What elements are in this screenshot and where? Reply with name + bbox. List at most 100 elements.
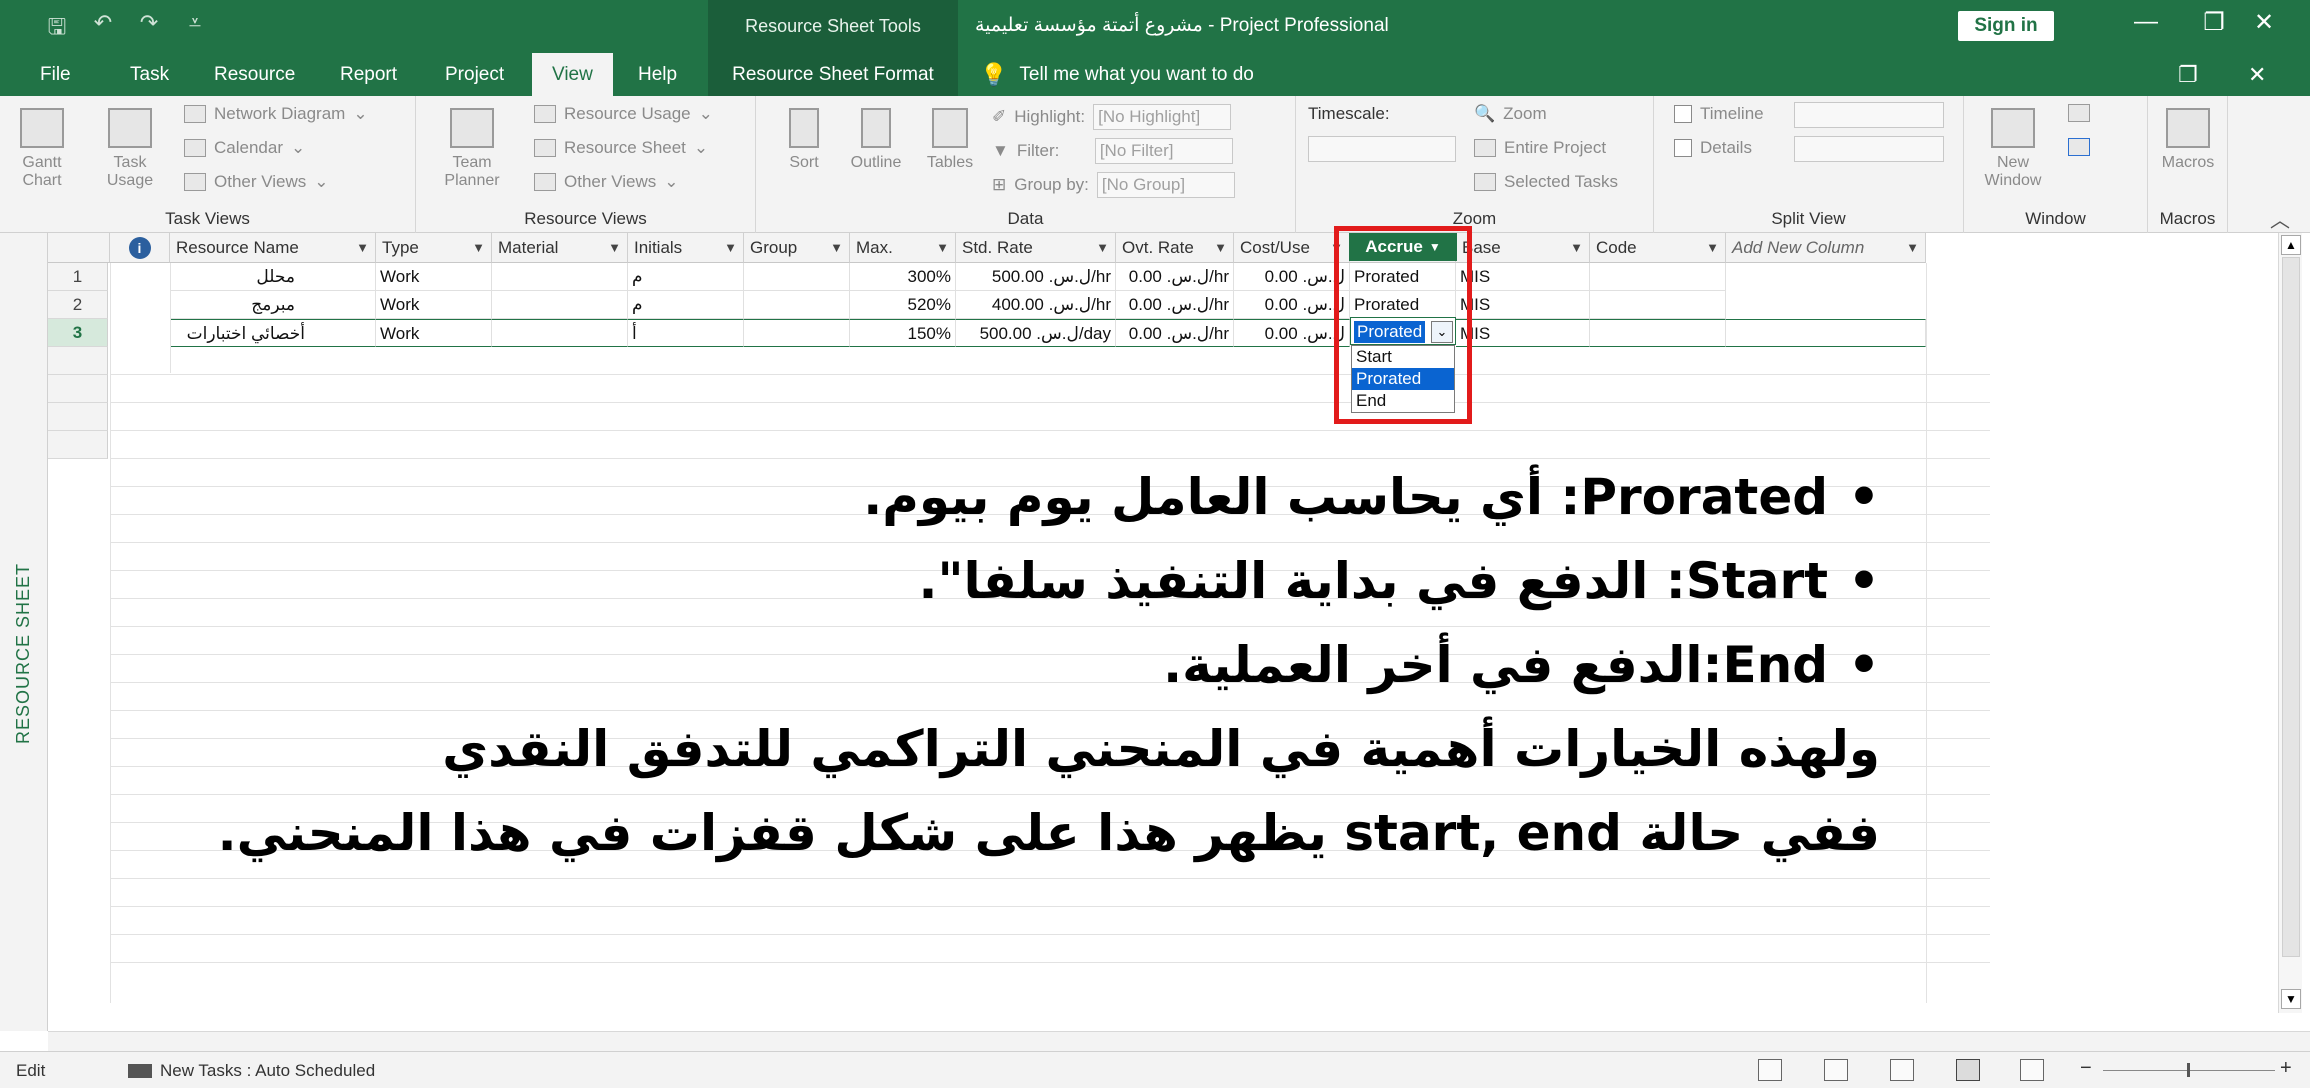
cell-material[interactable]: [492, 291, 628, 319]
zoom-slider-thumb[interactable]: [2187, 1063, 2190, 1077]
cell-resource-name[interactable]: أخصائي اختبارات: [170, 319, 376, 347]
timeline-checkbox[interactable]: Timeline: [1674, 104, 1764, 124]
cell-code[interactable]: [1590, 291, 1726, 319]
vertical-scrollbar[interactable]: ▲ ▼: [2278, 233, 2302, 1013]
horizontal-scrollbar[interactable]: [48, 1031, 2310, 1051]
cell-type[interactable]: Work: [376, 291, 492, 319]
dropdown-arrow-icon[interactable]: ▼: [608, 233, 621, 262]
header-ovt-rate[interactable]: Ovt. Rate ▼: [1116, 233, 1234, 263]
header-cost-use[interactable]: Cost/Use ▼: [1234, 233, 1350, 263]
team-planner-button[interactable]: Team Planner: [436, 108, 508, 190]
close-button[interactable]: ✕: [2244, 8, 2284, 37]
tab-resource[interactable]: Resource: [214, 53, 295, 96]
new-window-button[interactable]: New Window: [1978, 108, 2048, 190]
ribbon-restore-button[interactable]: ❐: [2178, 53, 2198, 96]
calendar-button[interactable]: Calendar ⌄: [184, 138, 305, 158]
scroll-down-icon[interactable]: ▼: [2281, 989, 2301, 1009]
header-max[interactable]: Max. ▼: [850, 233, 956, 263]
cell-std-rate[interactable]: 500.00 ل.س.‏/hr: [956, 263, 1116, 291]
cell-resource-name[interactable]: محلل: [170, 263, 376, 291]
tab-resource-sheet-format[interactable]: Resource Sheet Format: [708, 53, 958, 96]
header-material[interactable]: Material ▼: [492, 233, 628, 263]
dropdown-arrow-icon[interactable]: ▼: [724, 233, 737, 262]
header-type[interactable]: Type ▼: [376, 233, 492, 263]
cell-initials[interactable]: م: [628, 263, 744, 291]
restore-button[interactable]: ❐: [2194, 8, 2234, 37]
customize-qat-icon[interactable]: ⩡: [182, 10, 208, 48]
cell-cost-use[interactable]: 0.00 ل.س.‏: [1234, 291, 1350, 319]
tab-project[interactable]: Project: [445, 53, 504, 96]
tab-help[interactable]: Help: [638, 53, 677, 96]
report-view-icon[interactable]: [2020, 1059, 2044, 1081]
dropdown-arrow-icon[interactable]: ▼: [1906, 233, 1919, 262]
select-all-corner[interactable]: [48, 233, 110, 263]
timeline-select[interactable]: [1794, 102, 1944, 128]
header-resource-name[interactable]: Resource Name ▼: [170, 233, 376, 263]
header-initials[interactable]: Initials ▼: [628, 233, 744, 263]
cell-ovt-rate[interactable]: 0.00 ل.س.‏/hr: [1116, 263, 1234, 291]
cell-add-new-column[interactable]: [1726, 319, 1926, 347]
tab-file[interactable]: File: [40, 53, 71, 96]
cell-base[interactable]: MIS: [1456, 291, 1590, 319]
details-select[interactable]: [1794, 136, 1944, 162]
split-button[interactable]: [2068, 138, 2090, 156]
dropdown-arrow-icon[interactable]: ▼: [1570, 233, 1583, 262]
tab-report[interactable]: Report: [340, 53, 397, 96]
cell-base[interactable]: MIS: [1456, 319, 1590, 347]
cell-type[interactable]: Work: [376, 263, 492, 291]
highlight-control[interactable]: ✐ Highlight: [No Highlight]: [992, 104, 1232, 130]
gantt-chart-button[interactable]: Gantt Chart: [12, 108, 72, 190]
save-icon[interactable]: 🖫: [44, 10, 70, 48]
dropdown-arrow-icon[interactable]: ▼: [936, 233, 949, 262]
zoom-in-button[interactable]: +: [2280, 1057, 2292, 1080]
tables-button[interactable]: Tables: [922, 108, 978, 172]
resource-usage-button[interactable]: Resource Usage ⌄: [534, 104, 713, 124]
details-checkbox[interactable]: Details: [1674, 138, 1752, 158]
undo-icon[interactable]: ↶: [90, 10, 116, 48]
header-code[interactable]: Code ▼: [1590, 233, 1726, 263]
row-number[interactable]: [48, 375, 108, 403]
task-usage-button[interactable]: Task Usage: [100, 108, 160, 190]
cell-initials[interactable]: أ: [628, 319, 744, 347]
new-tasks-mode[interactable]: New Tasks : Auto Scheduled: [160, 1061, 375, 1081]
tab-view[interactable]: View: [532, 53, 613, 96]
row-number[interactable]: [48, 403, 108, 431]
other-resource-views-button[interactable]: Other Views ⌄: [534, 172, 679, 192]
zoom-button[interactable]: 🔍 Zoom: [1474, 104, 1547, 124]
group-by-control[interactable]: ⊞ Group by: [No Group]: [992, 172, 1235, 198]
dropdown-arrow-icon[interactable]: ▼: [830, 233, 843, 262]
indicators-header[interactable]: i: [110, 233, 170, 263]
collapse-ribbon-icon[interactable]: ︿: [2270, 204, 2290, 233]
macros-button[interactable]: Macros: [2156, 108, 2220, 172]
arrange-button[interactable]: [2068, 104, 2090, 122]
cell-ovt-rate[interactable]: 0.00 ل.س.‏/hr: [1116, 291, 1234, 319]
cell-group[interactable]: [744, 319, 850, 347]
resource-sheet-button[interactable]: Resource Sheet ⌄: [534, 138, 708, 158]
cell-code[interactable]: [1590, 263, 1726, 291]
cell-resource-name[interactable]: مبرمج: [170, 291, 376, 319]
scroll-thumb[interactable]: [2282, 257, 2300, 957]
row-number[interactable]: [48, 347, 108, 375]
filter-select[interactable]: [No Filter]: [1094, 138, 1233, 164]
resource-sheet-view-icon[interactable]: [1956, 1059, 1980, 1081]
cell-initials[interactable]: م: [628, 291, 744, 319]
header-group[interactable]: Group ▼: [744, 233, 850, 263]
dropdown-arrow-icon[interactable]: ▼: [1096, 233, 1109, 262]
outline-button[interactable]: Outline: [844, 108, 908, 172]
cell-std-rate[interactable]: 500.00 ل.س.‏/day: [956, 319, 1116, 347]
cell-type[interactable]: Work: [376, 319, 492, 347]
dropdown-arrow-icon[interactable]: ▼: [356, 233, 369, 262]
scroll-up-icon[interactable]: ▲: [2281, 235, 2301, 255]
cell-max[interactable]: 300%: [850, 263, 956, 291]
cell-base[interactable]: MIS: [1456, 263, 1590, 291]
ribbon-close-button[interactable]: ✕: [2248, 53, 2266, 96]
redo-icon[interactable]: ↷: [136, 10, 162, 48]
dropdown-arrow-icon[interactable]: ▼: [1706, 233, 1719, 262]
sign-in-button[interactable]: Sign in: [1958, 11, 2054, 41]
filter-control[interactable]: ▼ Filter: [No Filter]: [992, 138, 1233, 164]
cell-material[interactable]: [492, 319, 628, 347]
row-number[interactable]: 1: [48, 263, 108, 291]
dropdown-arrow-icon[interactable]: ▼: [472, 233, 485, 262]
cell-group[interactable]: [744, 263, 850, 291]
header-add-new-column[interactable]: Add New Column ▼: [1726, 233, 1926, 263]
